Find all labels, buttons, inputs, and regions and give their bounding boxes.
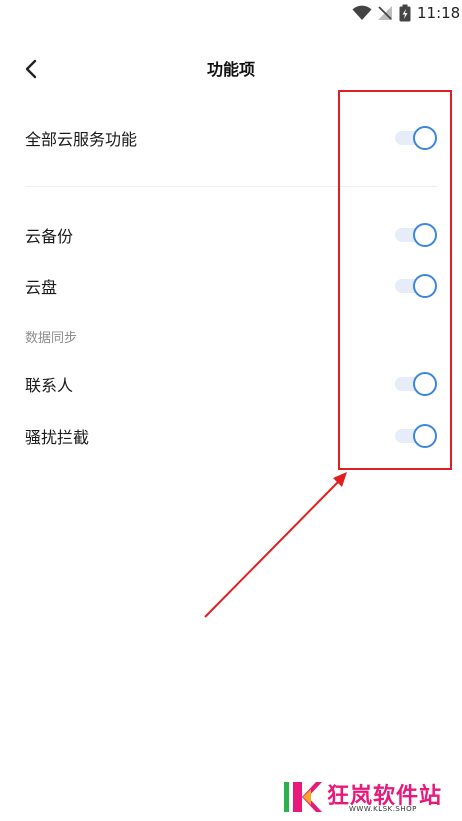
watermark: 狂岚软件站 WWW.KLSK.SHOP — [283, 778, 453, 818]
watermark-logo-icon — [284, 782, 322, 812]
annotation-arrow-icon — [204, 472, 347, 618]
watermark-url: WWW.KLSK.SHOP — [349, 805, 417, 813]
